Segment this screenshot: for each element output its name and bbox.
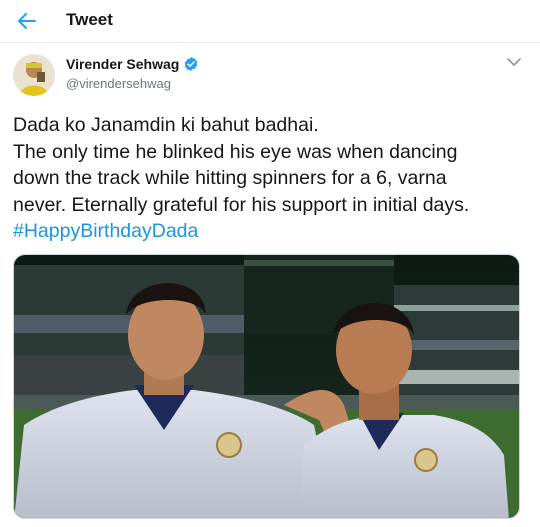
author-handle[interactable]: @virendersehwag bbox=[66, 76, 171, 91]
tweet-line: never. Eternally grateful for his suppor… bbox=[13, 193, 470, 216]
tweet-photo[interactable] bbox=[13, 254, 520, 519]
back-arrow-icon bbox=[18, 13, 36, 29]
author-name[interactable]: Virender Sehwag bbox=[66, 56, 179, 72]
tweet-line: Dada ko Janamdin ki bahut badhai. bbox=[13, 114, 319, 136]
verified-badge-icon bbox=[185, 57, 198, 71]
top-bar: Tweet bbox=[0, 0, 540, 43]
tweet-line: down the track while hitting spinners fo… bbox=[13, 167, 447, 189]
back-button[interactable] bbox=[13, 7, 41, 35]
hashtag-link[interactable]: #HappyBirthdayDada bbox=[13, 220, 198, 242]
page-title: Tweet bbox=[66, 10, 113, 29]
author-name-row: Virender Sehwag bbox=[66, 56, 199, 72]
avatar[interactable] bbox=[13, 54, 55, 96]
chevron-down-icon[interactable] bbox=[505, 55, 523, 69]
tweet-line: The only time he blinked his eye was whe… bbox=[13, 140, 458, 163]
tweet-text: Dada ko Janamdin ki bahut badhai. The on… bbox=[13, 112, 528, 245]
